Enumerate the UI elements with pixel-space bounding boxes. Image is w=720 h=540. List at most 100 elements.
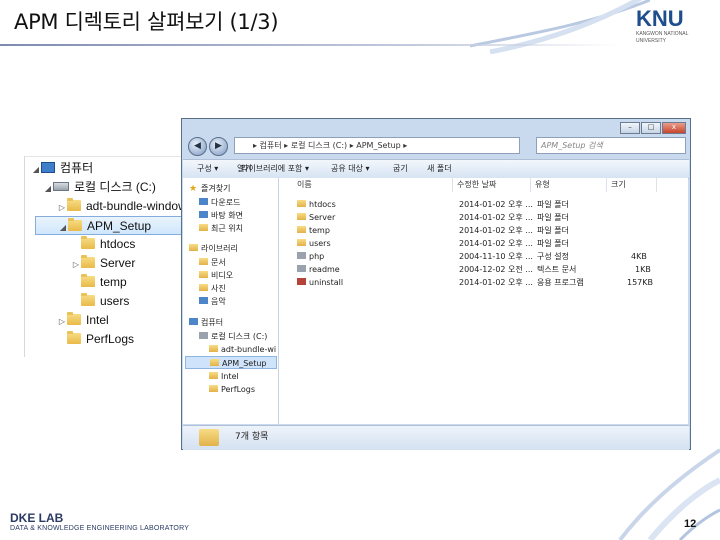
collapse-arrow-icon[interactable]: ◢ bbox=[58, 218, 68, 237]
tree-item-label: temp bbox=[100, 275, 127, 289]
nav-item-libraries[interactable]: 라이브러리 bbox=[189, 242, 238, 255]
footer-lab-subtitle: DATA & KNOWLEDGE ENGINEERING LABORATORY bbox=[10, 525, 190, 532]
folder-icon bbox=[81, 274, 95, 287]
file-type: 파일 폴더 bbox=[537, 213, 569, 222]
file-date: 2004-12-02 오전 ... bbox=[459, 265, 533, 274]
folder-icon bbox=[297, 239, 306, 246]
nav-item-adt-bundle[interactable]: adt-bundle-wi bbox=[209, 343, 276, 356]
nav-item-documents[interactable]: 문서 bbox=[199, 256, 226, 269]
nav-item-music[interactable]: 음악 bbox=[199, 295, 226, 308]
file-row[interactable]: htdocs 2014-01-02 오후 ... 파일 폴더 bbox=[279, 198, 688, 211]
new-folder-button[interactable]: 새 폴더 bbox=[427, 160, 452, 178]
file-name: htdocs bbox=[309, 200, 336, 209]
file-name: users bbox=[309, 239, 331, 248]
nav-item-label: 다운로드 bbox=[211, 198, 241, 207]
logo-sub-line1: KANGWON NATIONAL bbox=[636, 31, 689, 37]
nav-item-label: 컴퓨터 bbox=[201, 318, 224, 327]
desktop-icon bbox=[199, 211, 208, 218]
nav-item-videos[interactable]: 비디오 bbox=[199, 269, 233, 282]
nav-item-favorites[interactable]: ★ 즐겨찾기 bbox=[189, 182, 230, 195]
tree-item-perflogs[interactable]: PerfLogs bbox=[57, 330, 134, 349]
share-button[interactable]: 공유 대상 ▾ bbox=[331, 160, 370, 178]
file-row[interactable]: uninstall 2014-01-02 오후 ... 응용 프로그램 157K… bbox=[279, 276, 688, 289]
file-type: 구성 설정 bbox=[537, 252, 569, 261]
file-date: 2014-01-02 오후 ... bbox=[459, 200, 533, 209]
collapse-arrow-icon[interactable]: ◢ bbox=[31, 160, 41, 179]
tree-item-adt-bundle[interactable]: ▷ adt-bundle-windows bbox=[57, 197, 185, 216]
file-name: uninstall bbox=[309, 278, 344, 287]
nav-item-label: 로컬 디스크 (C:) bbox=[211, 332, 268, 341]
file-row[interactable]: temp 2014-01-02 오후 ... 파일 폴더 bbox=[279, 224, 688, 237]
file-row[interactable]: php 2004-11-10 오후 ... 구성 설정 4KB bbox=[279, 250, 688, 263]
file-date: 2014-01-02 오후 ... bbox=[459, 213, 533, 222]
back-button[interactable]: ◀ bbox=[188, 137, 207, 156]
tree-item-server[interactable]: ▷ Server bbox=[71, 254, 135, 273]
app-icon bbox=[297, 278, 306, 285]
tree-item-computer[interactable]: ◢ 컴퓨터 bbox=[31, 159, 93, 178]
star-icon: ★ bbox=[189, 184, 198, 194]
forward-button[interactable]: ▶ bbox=[209, 137, 228, 156]
minimize-button[interactable]: – bbox=[620, 122, 640, 134]
column-header-name[interactable]: 이름 bbox=[293, 178, 453, 192]
tree-item-label: 컴퓨터 bbox=[60, 161, 94, 175]
column-header-size[interactable]: 크기 bbox=[607, 178, 657, 192]
expand-arrow-icon[interactable]: ▷ bbox=[57, 312, 67, 331]
expand-arrow-icon[interactable]: ▷ bbox=[57, 198, 67, 217]
close-button[interactable]: x bbox=[662, 122, 686, 134]
file-row[interactable]: Server 2014-01-02 오후 ... 파일 폴더 bbox=[279, 211, 688, 224]
tree-item-label: 로컬 디스크 (C:) bbox=[74, 180, 156, 194]
tree-item-intel[interactable]: ▷ Intel bbox=[57, 311, 109, 330]
nav-item-label: PerfLogs bbox=[221, 385, 256, 394]
footer-lab-name: DKE LAB bbox=[10, 511, 64, 525]
search-input[interactable]: APM_Setup 검색 bbox=[536, 137, 686, 154]
file-date: 2014-01-02 오후 ... bbox=[459, 278, 533, 287]
tree-item-temp[interactable]: temp bbox=[71, 273, 127, 292]
drive-icon bbox=[199, 332, 208, 339]
music-icon bbox=[199, 297, 208, 304]
nav-item-intel[interactable]: Intel bbox=[209, 370, 239, 383]
organize-button[interactable]: 구성 ▾ bbox=[197, 160, 218, 178]
nav-item-pictures[interactable]: 사진 bbox=[199, 282, 226, 295]
expand-arrow-icon[interactable]: ▷ bbox=[71, 255, 81, 274]
nav-item-label: Intel bbox=[221, 372, 239, 381]
folder-icon bbox=[297, 213, 306, 220]
nav-item-perflogs[interactable]: PerfLogs bbox=[209, 383, 255, 396]
collapse-arrow-icon[interactable]: ◢ bbox=[43, 179, 53, 198]
nav-item-recent[interactable]: 최근 위치 bbox=[199, 222, 243, 235]
nav-item-apm-setup[interactable]: APM_Setup bbox=[185, 356, 277, 369]
nav-item-label: 바탕 화면 bbox=[211, 211, 243, 220]
text-file-icon bbox=[297, 265, 306, 272]
logo-sub-line2: UNIVERSITY bbox=[636, 38, 667, 44]
nav-item-computer[interactable]: 컴퓨터 bbox=[189, 316, 223, 329]
column-header-date[interactable]: 수정한 날짜 bbox=[453, 178, 531, 192]
computer-icon bbox=[41, 162, 55, 173]
maximize-button[interactable]: □ bbox=[641, 122, 661, 134]
computer-icon bbox=[189, 318, 198, 325]
file-list: 이름 수정한 날짜 유형 크기 htdocs 2014-01-02 오후 ...… bbox=[279, 178, 688, 424]
nav-item-local-disk[interactable]: 로컬 디스크 (C:) bbox=[199, 330, 267, 343]
tree-item-apm-setup[interactable]: ◢ APM_Setup bbox=[35, 216, 185, 235]
navigation-bar: ◀ ▶ ▸ 컴퓨터 ▸ 로컬 디스크 (C:) ▸ APM_Setup ▸ AP… bbox=[186, 136, 686, 158]
nav-item-label: 라이브러리 bbox=[201, 244, 238, 253]
tree-item-htdocs[interactable]: htdocs bbox=[71, 235, 135, 254]
zoomed-folder-tree: ◢ 컴퓨터 ◢ 로컬 디스크 (C:) ▷ adt-bundle-windows ◢ A… bbox=[24, 156, 185, 357]
folder-icon bbox=[199, 284, 208, 291]
item-count: 7개 항목 bbox=[235, 432, 269, 442]
tree-item-local-disk[interactable]: ◢ 로컬 디스크 (C:) bbox=[43, 178, 156, 197]
file-size: 157KB bbox=[627, 278, 654, 287]
tree-item-label: adt-bundle-windows bbox=[86, 199, 185, 213]
include-library-button[interactable]: 라이브러리에 포함 ▾ bbox=[241, 160, 309, 178]
nav-item-desktop[interactable]: 바탕 화면 bbox=[199, 209, 243, 222]
nav-item-downloads[interactable]: 다운로드 bbox=[199, 196, 240, 209]
nav-item-label: adt-bundle-wi bbox=[221, 345, 277, 354]
nav-item-label: 즐겨찾기 bbox=[201, 184, 231, 193]
nav-item-label: 비디오 bbox=[211, 271, 234, 280]
file-type: 응용 프로그램 bbox=[537, 278, 584, 287]
column-header-type[interactable]: 유형 bbox=[531, 178, 607, 192]
burn-button[interactable]: 굽기 bbox=[393, 160, 408, 178]
tree-item-users[interactable]: users bbox=[71, 292, 129, 311]
file-row[interactable]: users 2014-01-02 오후 ... 파일 폴더 bbox=[279, 237, 688, 250]
folder-icon bbox=[68, 218, 82, 231]
file-row[interactable]: readme 2004-12-02 오전 ... 텍스트 문서 1KB bbox=[279, 263, 688, 276]
address-bar[interactable]: ▸ 컴퓨터 ▸ 로컬 디스크 (C:) ▸ APM_Setup ▸ bbox=[234, 137, 520, 154]
